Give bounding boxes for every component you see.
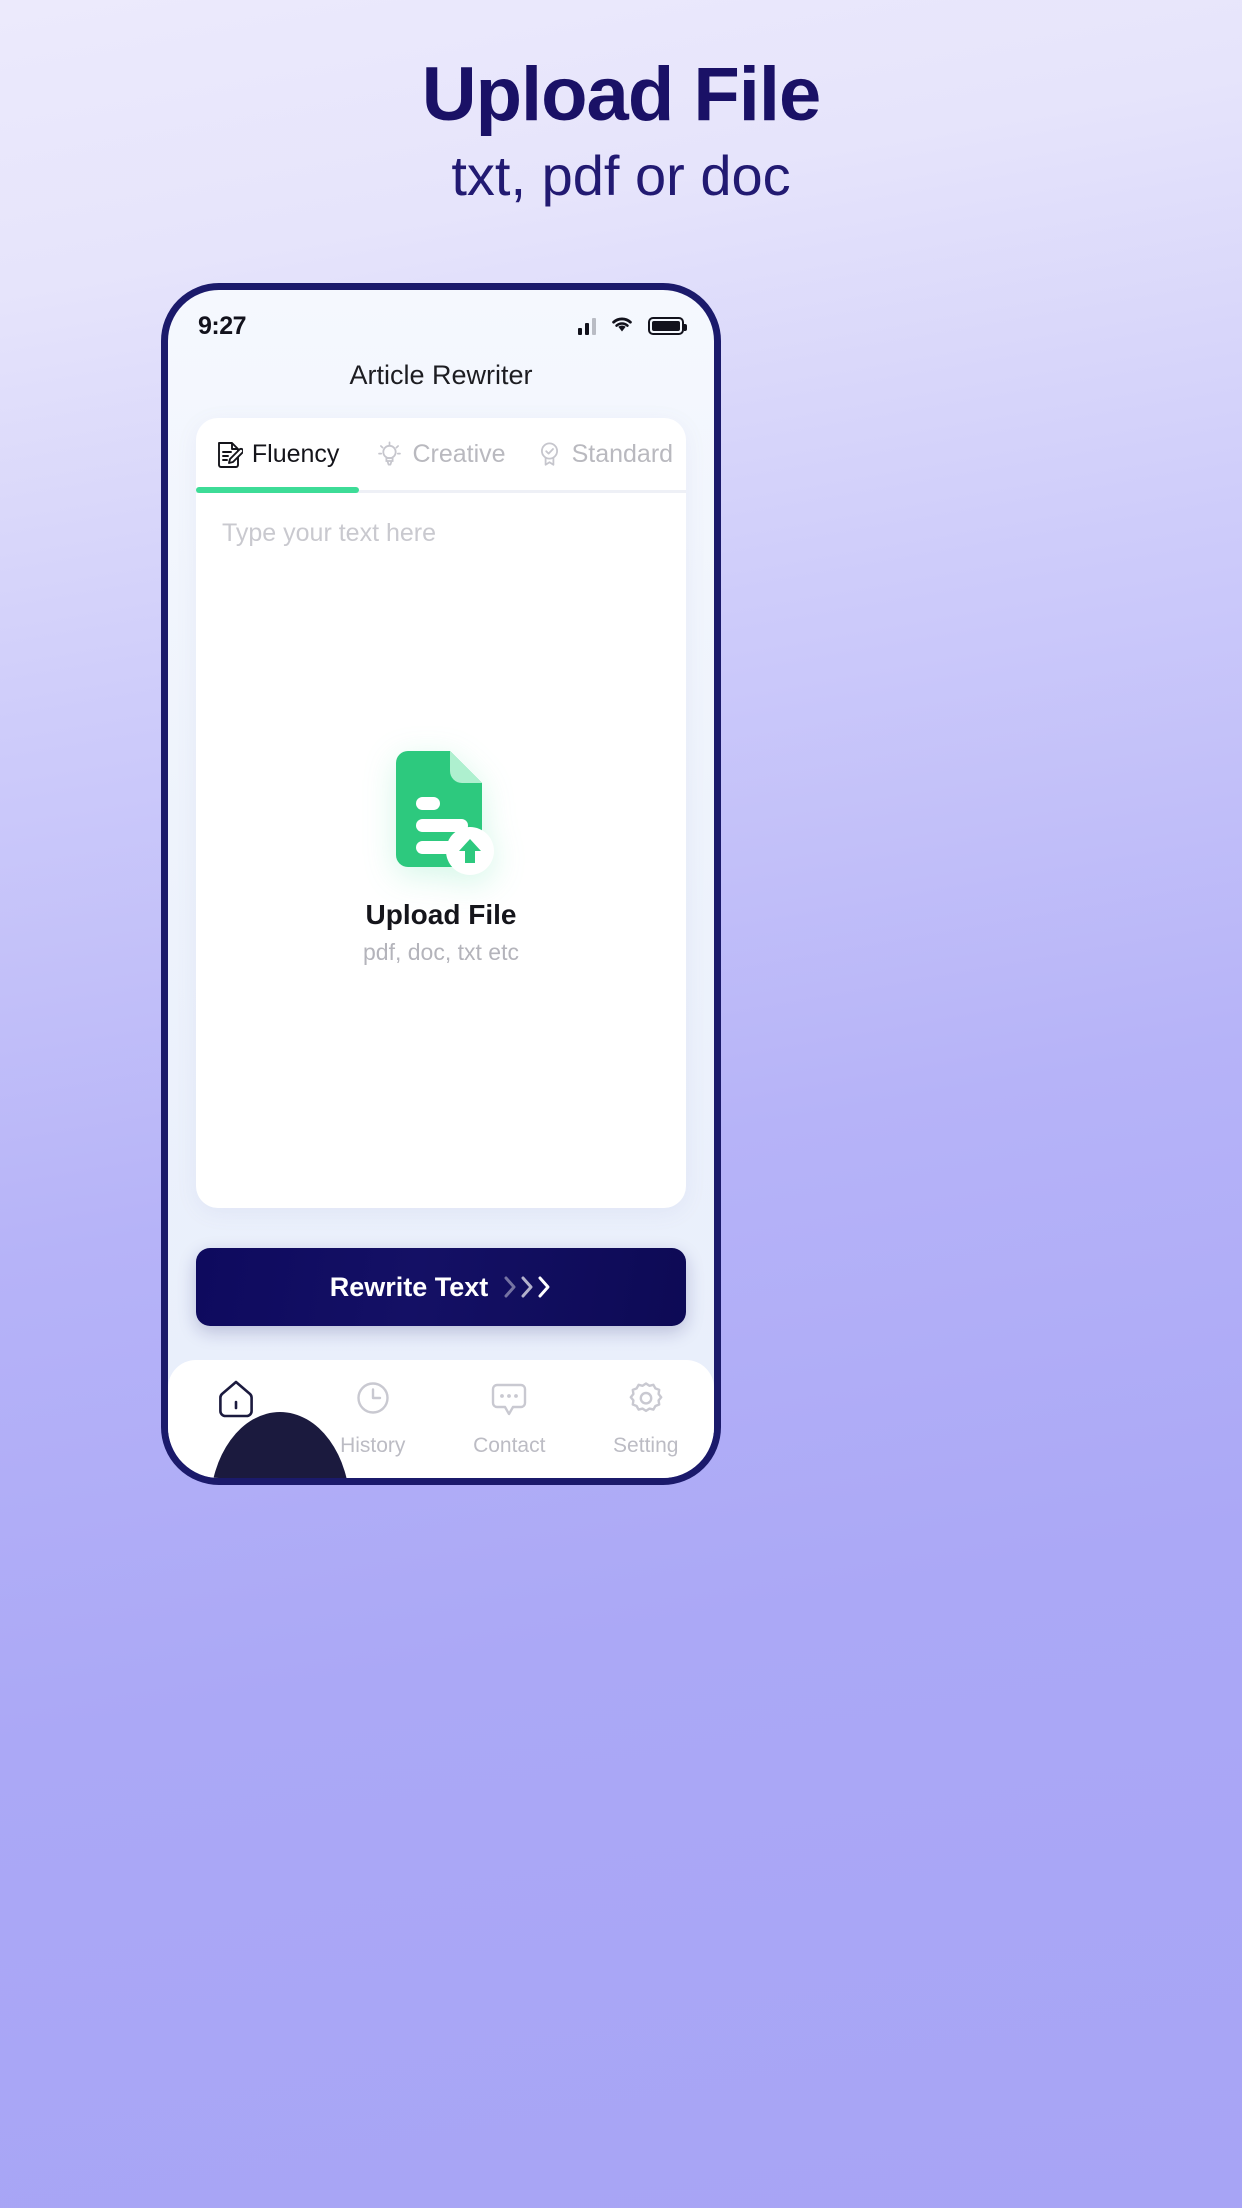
- nav-item-home[interactable]: [168, 1378, 305, 1434]
- nav-item-setting-label: Setting: [613, 1434, 679, 1457]
- mode-tabs: Fluency Creative Standard: [196, 418, 686, 490]
- badge-check-icon: [536, 440, 563, 468]
- tab-standard[interactable]: Standard: [523, 418, 686, 490]
- nav-item-history-label: History: [340, 1434, 406, 1457]
- tab-active-indicator: [196, 487, 360, 493]
- chat-icon: [488, 1378, 530, 1427]
- chevrons-right-icon: [502, 1274, 552, 1300]
- document-pencil-icon: [216, 440, 243, 468]
- tab-fluency-label: Fluency: [251, 439, 340, 468]
- tab-indicator-track: [196, 487, 686, 493]
- wifi-icon: [609, 314, 635, 338]
- page-title: Article Rewriter: [349, 360, 533, 390]
- editor-card: Fluency Creative Standard Type your text…: [196, 418, 686, 1208]
- rewrite-text-button-label: Rewrite Text: [329, 1271, 489, 1302]
- status-bar-icons: [577, 314, 687, 338]
- upload-dropzone[interactable]: Upload File pdf, doc, txt etc: [196, 508, 686, 1208]
- nav-item-contact-label: Contact: [473, 1434, 546, 1457]
- nav-item-history[interactable]: History: [305, 1378, 442, 1458]
- rewrite-text-button[interactable]: Rewrite Text: [196, 1248, 686, 1326]
- signal-bars-icon: [577, 317, 596, 335]
- lightbulb-icon: [376, 440, 403, 468]
- home-icon: [215, 1378, 257, 1427]
- clock-icon: [352, 1378, 394, 1427]
- tab-creative-label: Creative: [412, 439, 506, 468]
- battery-full-icon: [648, 317, 687, 335]
- status-bar: 9:27: [168, 290, 714, 348]
- upload-subtitle: pdf, doc, txt etc: [363, 938, 519, 965]
- tab-standard-label: Standard: [571, 439, 674, 468]
- tab-creative[interactable]: Creative: [359, 418, 522, 490]
- tab-fluency[interactable]: Fluency: [196, 418, 359, 490]
- phone-mockup: 9:27 Article Rewriter Fluency Creative S…: [161, 283, 721, 1485]
- gear-icon: [625, 1378, 667, 1427]
- upload-document-icon: [382, 750, 500, 879]
- bottom-navigation: History Contact Setting: [168, 1360, 714, 1478]
- nav-item-setting[interactable]: Setting: [578, 1378, 715, 1458]
- nav-item-contact[interactable]: Contact: [441, 1378, 578, 1458]
- promo-header: Upload File txt, pdf or doc: [0, 52, 1242, 211]
- promo-title: Upload File: [421, 52, 822, 137]
- upload-title: Upload File: [365, 898, 517, 930]
- status-bar-clock: 9:27: [198, 311, 247, 340]
- promo-subtitle: txt, pdf or doc: [451, 144, 791, 208]
